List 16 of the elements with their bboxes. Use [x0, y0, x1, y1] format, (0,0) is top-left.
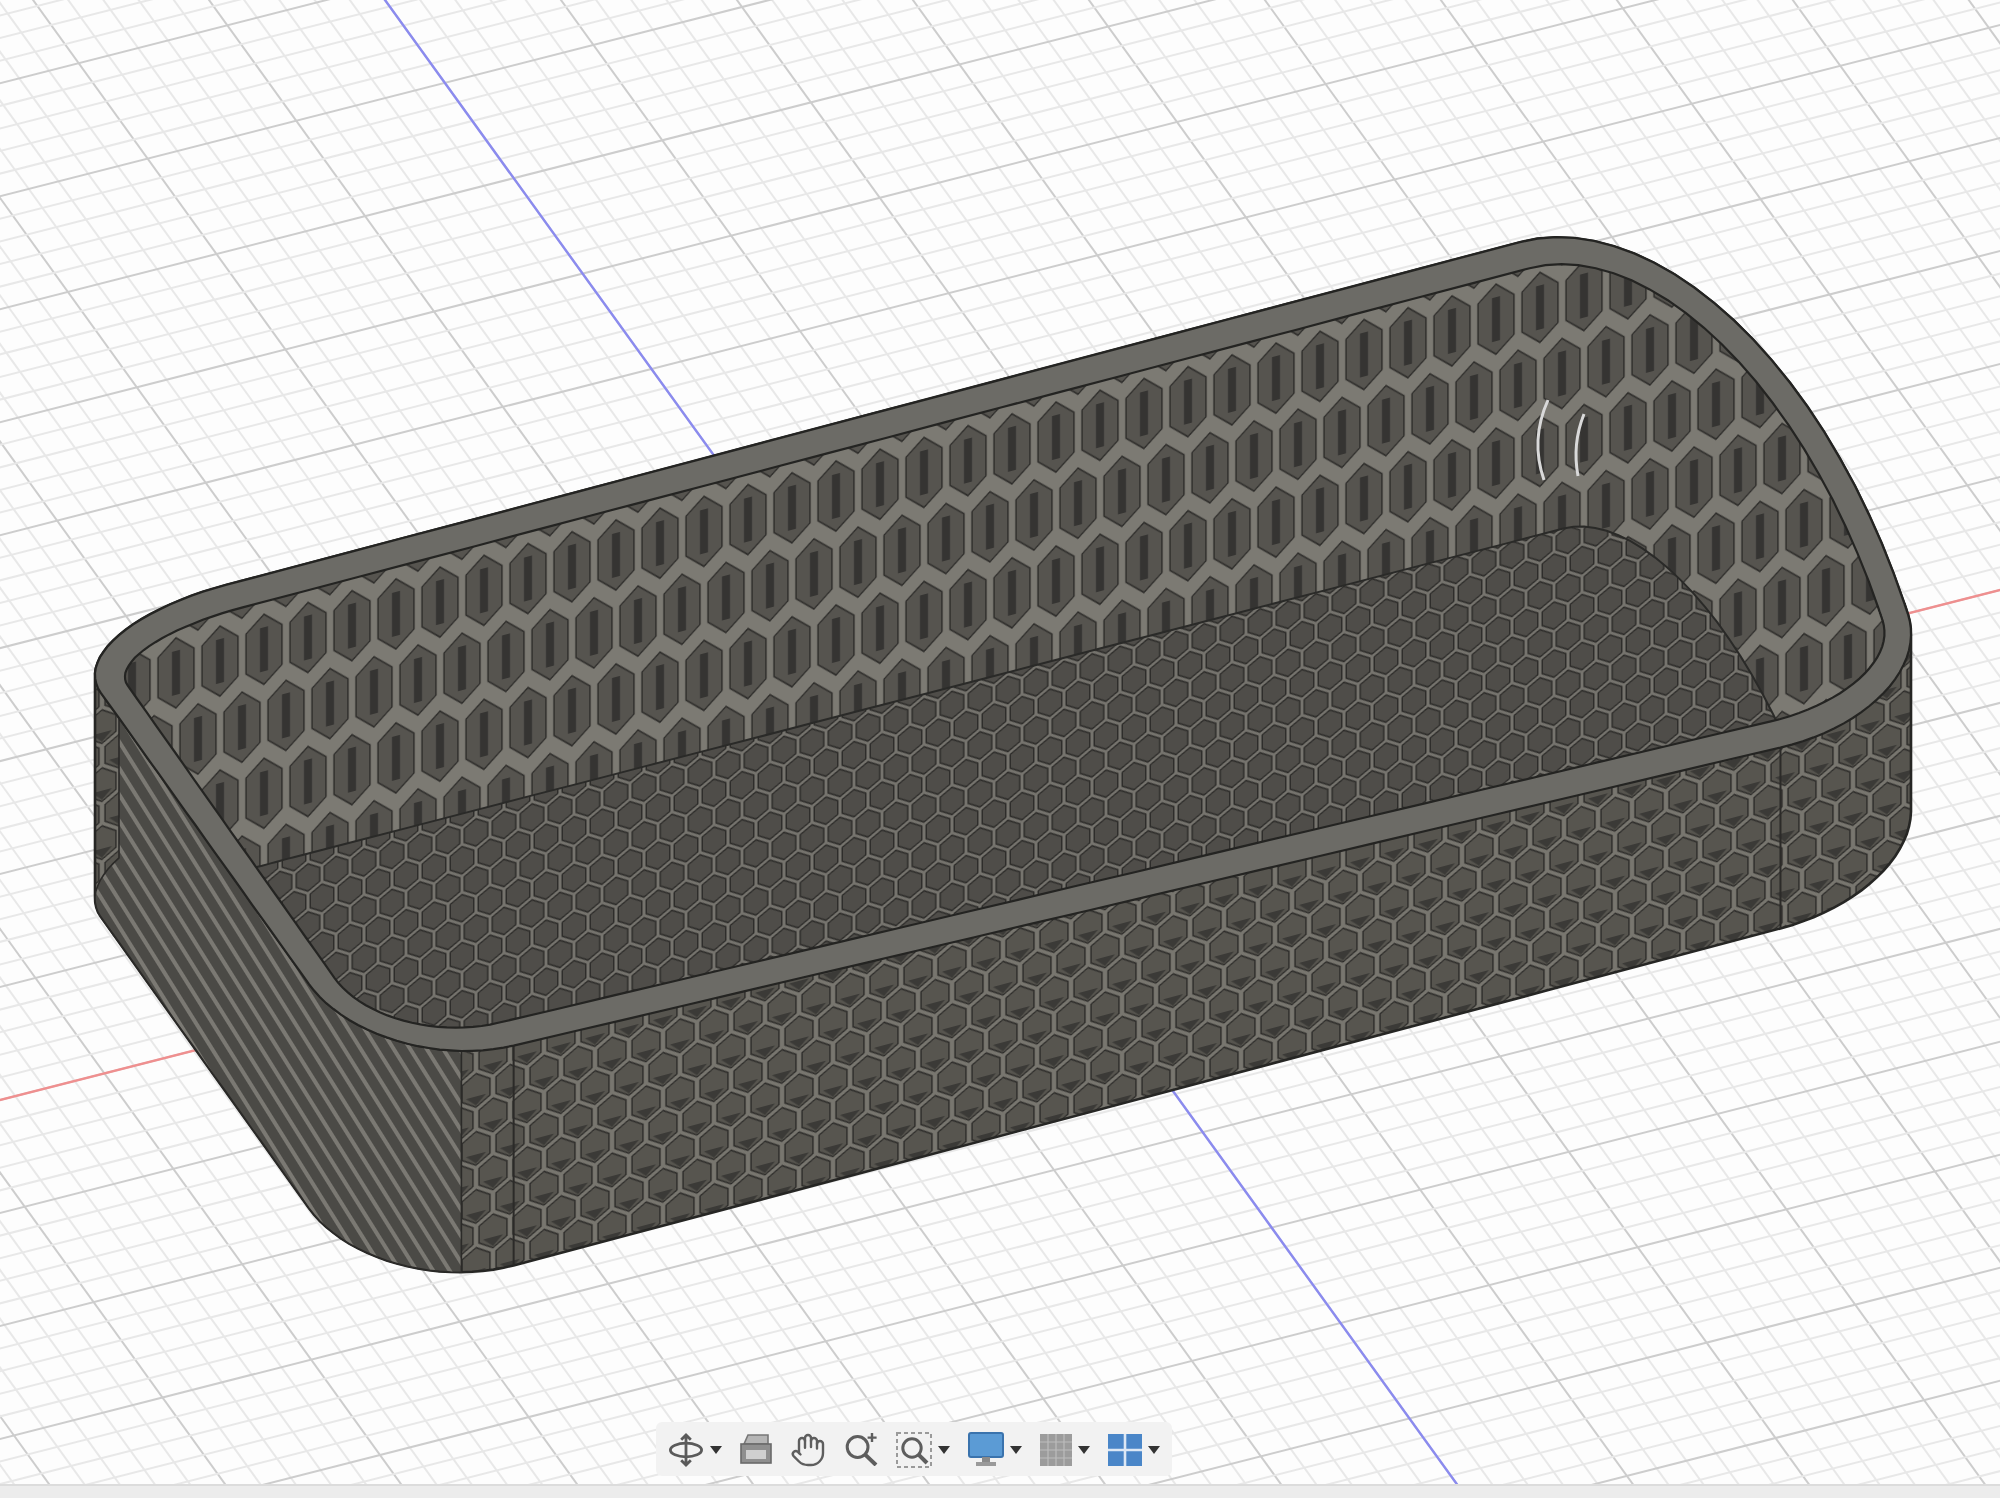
- box-icon: [740, 1434, 772, 1464]
- caret-icon: [938, 1445, 950, 1453]
- orbit-icon: [668, 1431, 704, 1467]
- grid-icon: [1040, 1433, 1072, 1465]
- caret-icon: [1148, 1445, 1160, 1453]
- caret-icon: [710, 1445, 722, 1453]
- four-panes-icon: [1108, 1433, 1142, 1465]
- zoom-window-button[interactable]: [896, 1427, 950, 1471]
- caret-icon: [1078, 1445, 1090, 1453]
- magnifier-frame-icon: [896, 1431, 932, 1467]
- hand-icon: [790, 1431, 826, 1467]
- zoom-in-icon: [844, 1432, 878, 1466]
- monitor-icon: [968, 1432, 1004, 1466]
- display-settings-button[interactable]: [968, 1427, 1022, 1471]
- caret-icon: [1010, 1445, 1022, 1453]
- zoom-button[interactable]: [844, 1427, 878, 1471]
